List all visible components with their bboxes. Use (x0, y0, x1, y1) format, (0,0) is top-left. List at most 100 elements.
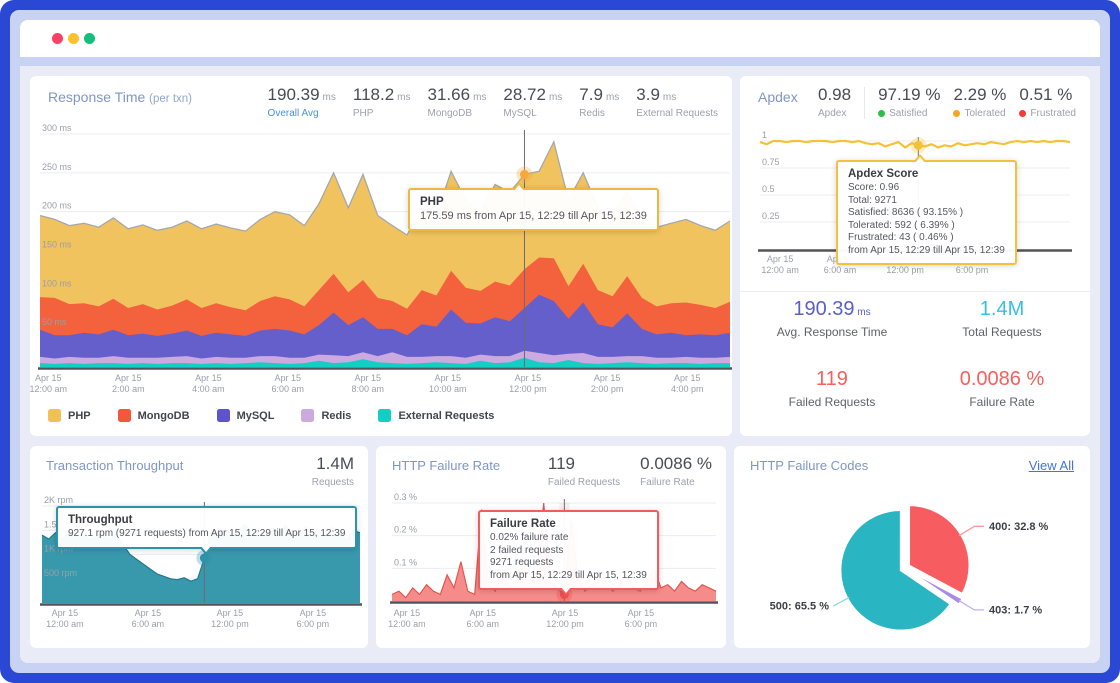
throughput-title: Transaction Throughput (46, 458, 183, 473)
pie-slice-label: 400: 32.8 % (989, 521, 1049, 533)
failure-rate-stat: 119 Failed Requests (548, 454, 620, 488)
summary-label: Failure Rate (918, 395, 1086, 409)
failure-rate-stat-value: 0.0086 % (640, 454, 712, 474)
summary-label: Avg. Response Time (748, 325, 916, 339)
x-tick-label: Apr 1512:00 am (388, 608, 426, 630)
y-tick-label: 0.1 % (394, 557, 417, 567)
apdex-stat-value: 2.29 % (953, 85, 1006, 105)
throughput-tooltip: Throughput 927.1 rpm (9271 requests) fro… (56, 506, 357, 549)
throughput-card: Transaction Throughput 1.4M Requests 2K … (30, 446, 368, 648)
stats-divider (864, 87, 865, 119)
summary-stat-avg-response-time: 190.39 msAvg. Response Time (748, 298, 916, 339)
legend-item-php[interactable]: PHP (48, 409, 91, 422)
window-maximize-button[interactable] (84, 33, 95, 44)
legend-item-mysql[interactable]: MySQL (217, 409, 275, 422)
x-tick-label: Apr 152:00 am (112, 373, 145, 395)
summary-value: 119 (748, 368, 916, 391)
failure-rate-title-text: HTTP Failure Rate (392, 458, 500, 473)
legend-label: PHP (68, 410, 91, 422)
throughput-total-label: Requests (312, 477, 354, 488)
tooltip-line: 0.02% failure rate (490, 532, 647, 545)
x-tick-label: Apr 1512:00 am (761, 254, 799, 276)
legend-swatch-icon (217, 409, 230, 422)
pie-leader-line (959, 526, 984, 535)
window-minimize-button[interactable] (68, 33, 79, 44)
y-tick-label: 0.2 % (394, 525, 417, 535)
response-time-stat: 7.9ms Redis (579, 85, 619, 119)
status-dot-icon (878, 110, 885, 117)
response-time-stat: 31.66msMongoDB (428, 85, 487, 119)
response-time-stat-value: 3.9ms (636, 85, 676, 105)
tooltip-line: 9271 requests (490, 557, 647, 570)
response-time-tooltip: PHP 175.59 ms from Apr 15, 12:29 till Ap… (408, 188, 659, 231)
pie-slice-label: 403: 1.7 % (989, 604, 1042, 616)
tooltip-body: 927.1 rpm (9271 requests) from Apr 15, 1… (68, 528, 345, 541)
failure-rate-stat-label: Failed Requests (548, 477, 620, 488)
tooltip-title: PHP (420, 196, 647, 208)
y-tick-label: 300 ms (42, 123, 72, 133)
response-time-stats: 190.39msOverall Avg118.2msPHP31.66msMong… (268, 85, 718, 119)
response-time-stat-label: Redis (579, 108, 605, 119)
response-time-stat-value: 31.66ms (428, 85, 487, 105)
tooltip-line: from Apr 15, 12:29 till Apr 15, 12:39 (490, 570, 647, 583)
tooltip-title: Throughput (68, 514, 345, 526)
x-tick-label: Apr 1512:00 pm (509, 373, 547, 395)
y-tick-label: 150 ms (42, 240, 72, 250)
titlebar-divider (20, 57, 1100, 66)
response-time-title-text: Response Time (48, 89, 145, 105)
x-tick-label: Apr 156:00 pm (625, 608, 658, 630)
tooltip-title: Apdex Score (848, 168, 1005, 180)
hover-dot (200, 554, 209, 563)
hover-dot (520, 170, 529, 179)
failure-rate-stat-value: 119 (548, 454, 575, 474)
pie-leader-line (833, 598, 849, 606)
legend-item-redis[interactable]: Redis (301, 409, 351, 422)
apdex-tooltip: Apdex Score Score: 0.96 Total: 9271 Sati… (836, 160, 1017, 265)
x-tick-label: Apr 154:00 am (192, 373, 225, 395)
hover-dot (914, 141, 923, 150)
tooltip-line: Frustrated: 43 ( 0.46% ) (848, 232, 1005, 245)
pie-slice-400[interactable] (909, 505, 969, 593)
response-time-stat-label: External Requests (636, 108, 718, 119)
response-time-card: Response Time (per txn) 190.39ms Overall … (30, 76, 732, 436)
apdex-stat-label: Apdex (818, 108, 846, 119)
failure-rate-stat: 0.0086 %Failure Rate (640, 454, 712, 488)
failure-codes-card: HTTP Failure Codes View All 400: 32.8 %4… (734, 446, 1090, 648)
response-time-legend: PHP MongoDB MySQL Redis External Requests (48, 409, 494, 422)
failure-codes-pie-chart[interactable]: 400: 32.8 % 403: 1.7 % 500: 65.5 % (734, 446, 1090, 648)
x-tick-label: Apr 156:00 am (271, 373, 304, 395)
failure-rate-stats: 119 Failed Requests 0.0086 %Failure Rate (548, 454, 712, 488)
response-time-stat-value: 7.9ms (579, 85, 619, 105)
response-time-stat-label: Overall Avg (268, 108, 319, 119)
pie-slice-label: 500: 65.5 % (770, 600, 830, 612)
response-time-chart[interactable]: 300 ms250 ms200 ms150 ms100 ms50 ms (40, 122, 730, 370)
response-time-stat-value: 190.39ms (268, 85, 336, 105)
x-tick-label: Apr 1512:00 pm (546, 608, 584, 630)
y-tick-label: 0.25 (762, 211, 780, 221)
summary-label: Failed Requests (748, 395, 916, 409)
pie-leader-line (959, 601, 984, 610)
y-tick-label: 2K rpm (44, 495, 73, 505)
apdex-stat: 0.51 %Frustrated (1019, 85, 1076, 119)
apdex-stats: 0.98Apdex97.19 %Satisfied2.29 %Tolerated… (818, 85, 1076, 119)
y-tick-label: 100 ms (42, 278, 72, 288)
summary-stat-failed-requests: 119 Failed Requests (748, 368, 916, 409)
tooltip-title: Failure Rate (490, 518, 647, 530)
failure-rate-tooltip: Failure Rate 0.02% failure rate 2 failed… (478, 510, 659, 590)
tooltip-pointer (199, 547, 213, 555)
x-tick-label: Apr 154:00 pm (671, 373, 704, 395)
apdex-title-text: Apdex (758, 89, 798, 105)
y-tick-label: 0.75 (762, 157, 780, 167)
window-close-button[interactable] (52, 33, 63, 44)
response-time-stat: 28.72msMySQL (503, 85, 562, 119)
apdex-stat: 97.19 %Satisfied (878, 85, 940, 119)
apdex-separator (740, 291, 1090, 292)
apdex-stat: 0.98Apdex (818, 85, 851, 119)
response-time-title-suffix: (per txn) (149, 93, 192, 105)
legend-item-external-requests[interactable]: External Requests (378, 409, 494, 422)
legend-item-mongodb[interactable]: MongoDB (118, 409, 190, 422)
tooltip-pointer (913, 154, 927, 162)
apdex-stat-value: 97.19 % (878, 85, 940, 105)
response-time-stat-label: PHP (353, 108, 374, 119)
apdex-stat-label: Frustrated (1019, 108, 1076, 119)
